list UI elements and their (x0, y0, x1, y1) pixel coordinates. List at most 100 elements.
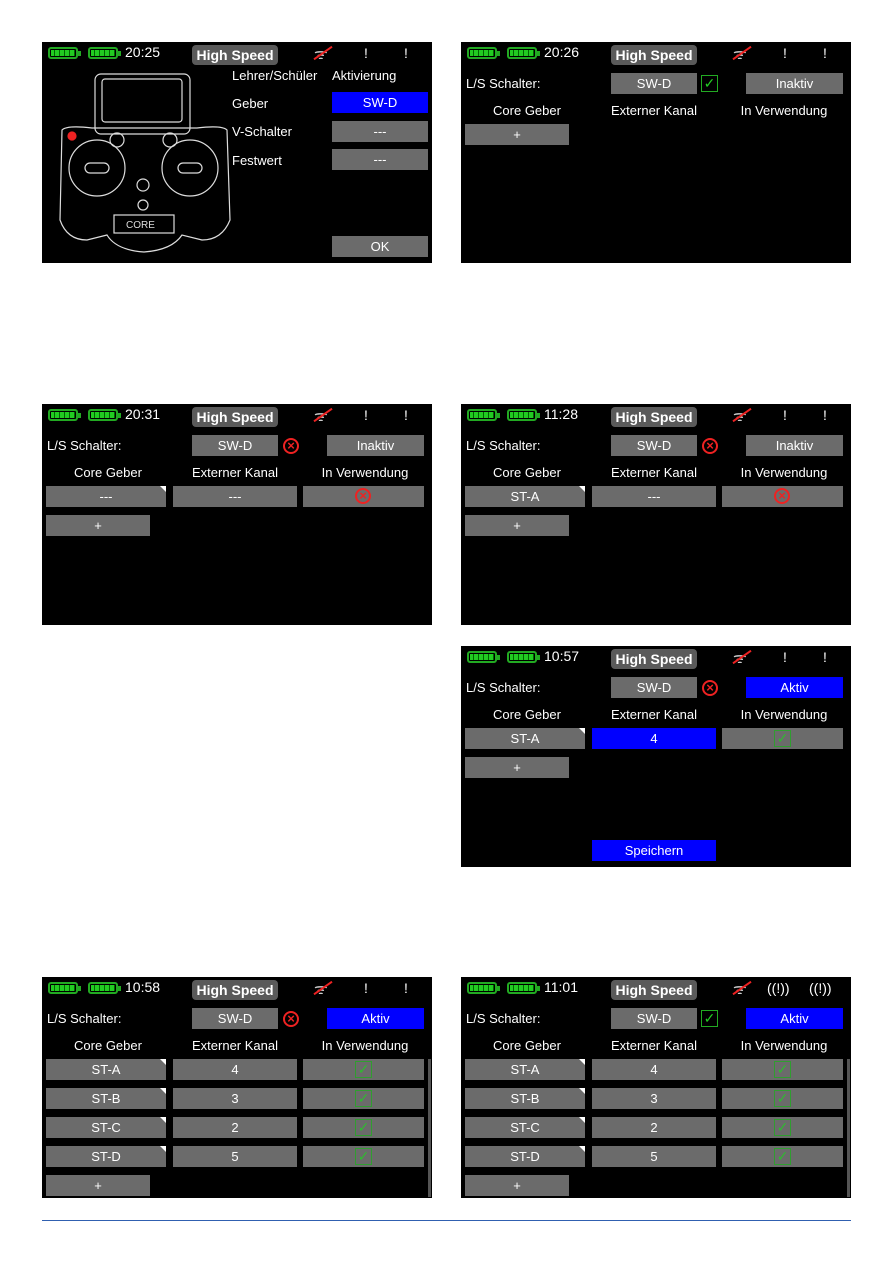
in-use-toggle[interactable]: ✓ (303, 1117, 424, 1138)
in-use-toggle[interactable]: ✓ (722, 1117, 843, 1138)
battery-icon (48, 47, 81, 59)
geber-button[interactable]: SW-D (332, 92, 428, 113)
mode-button[interactable]: High Speed (611, 980, 697, 1000)
switch-button[interactable]: SW-D (611, 435, 697, 456)
switch-button[interactable]: SW-D (611, 73, 697, 94)
in-use-toggle[interactable]: × (303, 486, 424, 507)
ls-switch-label: L/S Schalter: (47, 438, 122, 453)
switch-button[interactable]: SW-D (611, 677, 697, 698)
wifi-off-icon: ᯤ (313, 406, 333, 426)
save-button[interactable]: Speichern (592, 840, 716, 861)
antenna-icon: ǃ (823, 45, 827, 61)
status-button[interactable]: Inaktiv (327, 435, 424, 456)
core-geber-button[interactable]: ST-A (46, 1059, 166, 1080)
switch-button[interactable]: SW-D (192, 1008, 278, 1029)
error-x-icon: × (355, 488, 371, 504)
ls-switch-label: L/S Schalter: (466, 680, 541, 695)
core-geber-button[interactable]: ST-A (465, 486, 585, 507)
clock: 11:28 (544, 406, 578, 422)
core-geber-button[interactable]: ST-D (46, 1146, 166, 1167)
check-icon: ✓ (701, 75, 718, 92)
geber-value: ST-A (510, 731, 540, 746)
status-button[interactable]: Aktiv (327, 1008, 424, 1029)
check-icon: ✓ (774, 1119, 791, 1136)
switch-button[interactable]: SW-D (611, 1008, 697, 1029)
wifi-off-icon: ᯤ (732, 44, 752, 64)
mode-button[interactable]: High Speed (192, 45, 278, 65)
mode-button[interactable]: High Speed (192, 980, 278, 1000)
core-geber-button[interactable]: ST-D (465, 1146, 585, 1167)
wifi-slash (313, 980, 333, 996)
battery-icon (48, 982, 81, 994)
switch-button[interactable]: SW-D (192, 435, 278, 456)
external-channel-button[interactable]: 5 (592, 1146, 716, 1167)
external-channel-button[interactable]: 5 (173, 1146, 297, 1167)
column-header: In Verwendung (740, 103, 828, 118)
external-channel-button[interactable]: --- (173, 486, 297, 507)
external-channel-button[interactable]: 3 (173, 1088, 297, 1109)
in-use-toggle[interactable]: ✓ (722, 1088, 843, 1109)
external-channel-button[interactable]: 2 (173, 1117, 297, 1138)
check-icon: ✓ (355, 1090, 372, 1107)
check-icon: ✓ (701, 1010, 718, 1027)
screen-teacher-student-activation: 20:25 High Speed ᯤ ǃ ǃ CORE Lehrer/Schül… (42, 42, 432, 263)
core-geber-button[interactable]: ST-B (46, 1088, 166, 1109)
external-channel-button[interactable]: 3 (592, 1088, 716, 1109)
core-geber-button[interactable]: ST-C (465, 1117, 585, 1138)
add-button[interactable]: + (465, 515, 569, 536)
dropdown-corner-icon (160, 1146, 166, 1152)
scrollbar[interactable] (428, 1059, 431, 1197)
add-button[interactable]: + (46, 515, 150, 536)
status-button[interactable]: Aktiv (746, 677, 843, 698)
external-channel-button[interactable]: 4 (592, 728, 716, 749)
external-channel-button[interactable]: 2 (592, 1117, 716, 1138)
external-channel-button[interactable]: 4 (592, 1059, 716, 1080)
core-geber-button[interactable]: --- (46, 486, 166, 507)
check-icon: ✓ (774, 1148, 791, 1165)
clock: 20:25 (125, 44, 161, 60)
add-button[interactable]: + (465, 757, 569, 778)
v-schalter-button[interactable]: --- (332, 121, 428, 142)
geber-label: Geber (232, 96, 269, 111)
mode-button[interactable]: High Speed (611, 45, 697, 65)
add-button[interactable]: + (465, 1175, 569, 1196)
ok-button[interactable]: OK (332, 236, 428, 257)
in-use-toggle[interactable]: ✓ (303, 1088, 424, 1109)
in-use-toggle[interactable]: ✓ (722, 1059, 843, 1080)
column-header: Externer Kanal (611, 707, 697, 722)
core-geber-button[interactable]: ST-B (465, 1088, 585, 1109)
add-button[interactable]: + (46, 1175, 150, 1196)
dropdown-corner-icon (579, 1146, 585, 1152)
scrollbar[interactable] (847, 1059, 850, 1197)
core-geber-button[interactable]: ST-C (46, 1117, 166, 1138)
add-button[interactable]: + (465, 124, 569, 145)
error-x-icon: × (283, 1011, 299, 1027)
antenna-icon: ǃ (404, 407, 408, 423)
check-icon: ✓ (355, 1148, 372, 1165)
status-button[interactable]: Inaktiv (746, 435, 843, 456)
title-label: Lehrer/Schüler (232, 68, 318, 83)
core-geber-button[interactable]: ST-A (465, 728, 585, 749)
screen-teacher-student-assignment: 20:26 High Speed ᯤ ǃ ǃ L/S Schalter: SW-D✓ Inak… (461, 42, 851, 263)
core-geber-button[interactable]: ST-A (465, 1059, 585, 1080)
in-use-toggle[interactable]: ✓ (303, 1059, 424, 1080)
in-use-toggle[interactable]: ✓ (722, 728, 843, 749)
column-header: In Verwendung (321, 1038, 409, 1053)
dropdown-corner-icon (579, 1059, 585, 1065)
in-use-toggle[interactable]: ✓ (722, 1146, 843, 1167)
mode-button[interactable]: High Speed (192, 407, 278, 427)
external-channel-button[interactable]: 4 (173, 1059, 297, 1080)
geber-value: ST-C (510, 1120, 540, 1135)
status-button[interactable]: Aktiv (746, 1008, 843, 1029)
mode-button[interactable]: High Speed (611, 407, 697, 427)
external-channel-button[interactable]: --- (592, 486, 716, 507)
column-header: Core Geber (74, 1038, 142, 1053)
mode-button[interactable]: High Speed (611, 649, 697, 669)
battery-icon (507, 47, 540, 59)
geber-value: ST-D (510, 1149, 540, 1164)
check-icon: ✓ (774, 1061, 791, 1078)
in-use-toggle[interactable]: ✓ (303, 1146, 424, 1167)
status-button[interactable]: Inaktiv (746, 73, 843, 94)
in-use-toggle[interactable]: × (722, 486, 843, 507)
festwert-button[interactable]: --- (332, 149, 428, 170)
